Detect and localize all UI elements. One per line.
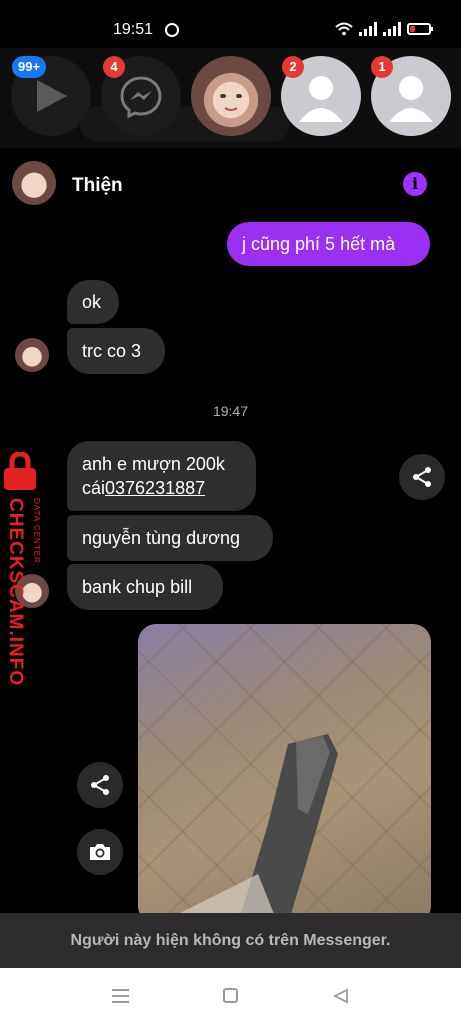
- watermark-text: CHECKSCAM.INFO: [5, 498, 26, 687]
- message-text: nguyễn tùng dương: [82, 527, 240, 548]
- wifi-icon: [335, 22, 353, 36]
- message-text: ok: [82, 291, 102, 312]
- lock-icon: [4, 452, 36, 490]
- phone-link[interactable]: 0376231887: [105, 478, 205, 498]
- message-incoming[interactable]: nguyễn tùng dương: [67, 515, 273, 561]
- watermark: DATA CENTER CHECKSCAM.INFO: [2, 452, 50, 686]
- chat-head-badge: 4: [103, 56, 125, 78]
- contact-name[interactable]: Thiện: [72, 175, 123, 197]
- photo-content: [180, 734, 338, 913]
- camera-button[interactable]: [77, 829, 123, 875]
- message-text: anh e mượn 200k: [82, 454, 225, 474]
- chat-head-badge: 2: [282, 56, 304, 78]
- share-button[interactable]: [77, 762, 123, 808]
- signal-icon: [383, 22, 401, 36]
- message-text: j cũng phí 5 hết mà: [242, 233, 396, 254]
- messenger-notification-icon: [165, 23, 179, 37]
- chat-head-badge: 99+: [12, 56, 47, 78]
- share-icon: [413, 467, 431, 487]
- message-text: bank chup bill: [82, 576, 193, 597]
- chat-head-profile-photo[interactable]: [191, 56, 271, 136]
- chat-head-badge: 1: [371, 56, 393, 78]
- contact-avatar[interactable]: [12, 161, 56, 205]
- system-icons: [335, 22, 433, 36]
- message-text-line: cái0376231887: [82, 476, 205, 500]
- message-text: cái: [82, 478, 106, 498]
- message-outgoing[interactable]: j cũng phí 5 hết mà: [227, 222, 430, 266]
- unavailable-notice: Người này hiện không có trên Messenger.: [0, 913, 461, 968]
- share-icon: [91, 775, 109, 795]
- share-button[interactable]: [399, 454, 445, 500]
- signal-icon: [359, 22, 377, 36]
- message-incoming[interactable]: bank chup bill: [67, 564, 223, 610]
- message-incoming[interactable]: anh e mượn 200k cái0376231887: [67, 441, 256, 511]
- info-icon[interactable]: i: [403, 172, 427, 196]
- conversation-panel: Thiện i j cũng phí 5 hết mà ok trc co 3 …: [0, 148, 461, 913]
- watermark-subtext: DATA CENTER: [32, 498, 41, 564]
- profile-photo-face: [220, 94, 242, 111]
- system-navigation-bar: [0, 968, 461, 1024]
- message-text: trc co 3: [82, 340, 142, 361]
- message-incoming[interactable]: ok: [67, 280, 119, 324]
- message-photo[interactable]: [138, 624, 431, 913]
- battery-icon: [407, 23, 433, 35]
- back-icon[interactable]: [333, 988, 349, 1004]
- message-timestamp: 19:47: [212, 403, 249, 419]
- status-time: 19:51: [113, 21, 154, 38]
- home-icon[interactable]: [223, 988, 238, 1003]
- sender-avatar: [15, 338, 49, 372]
- camera-icon: [90, 844, 110, 860]
- recent-apps-icon[interactable]: [112, 989, 129, 1007]
- message-incoming[interactable]: trc co 3: [67, 328, 165, 374]
